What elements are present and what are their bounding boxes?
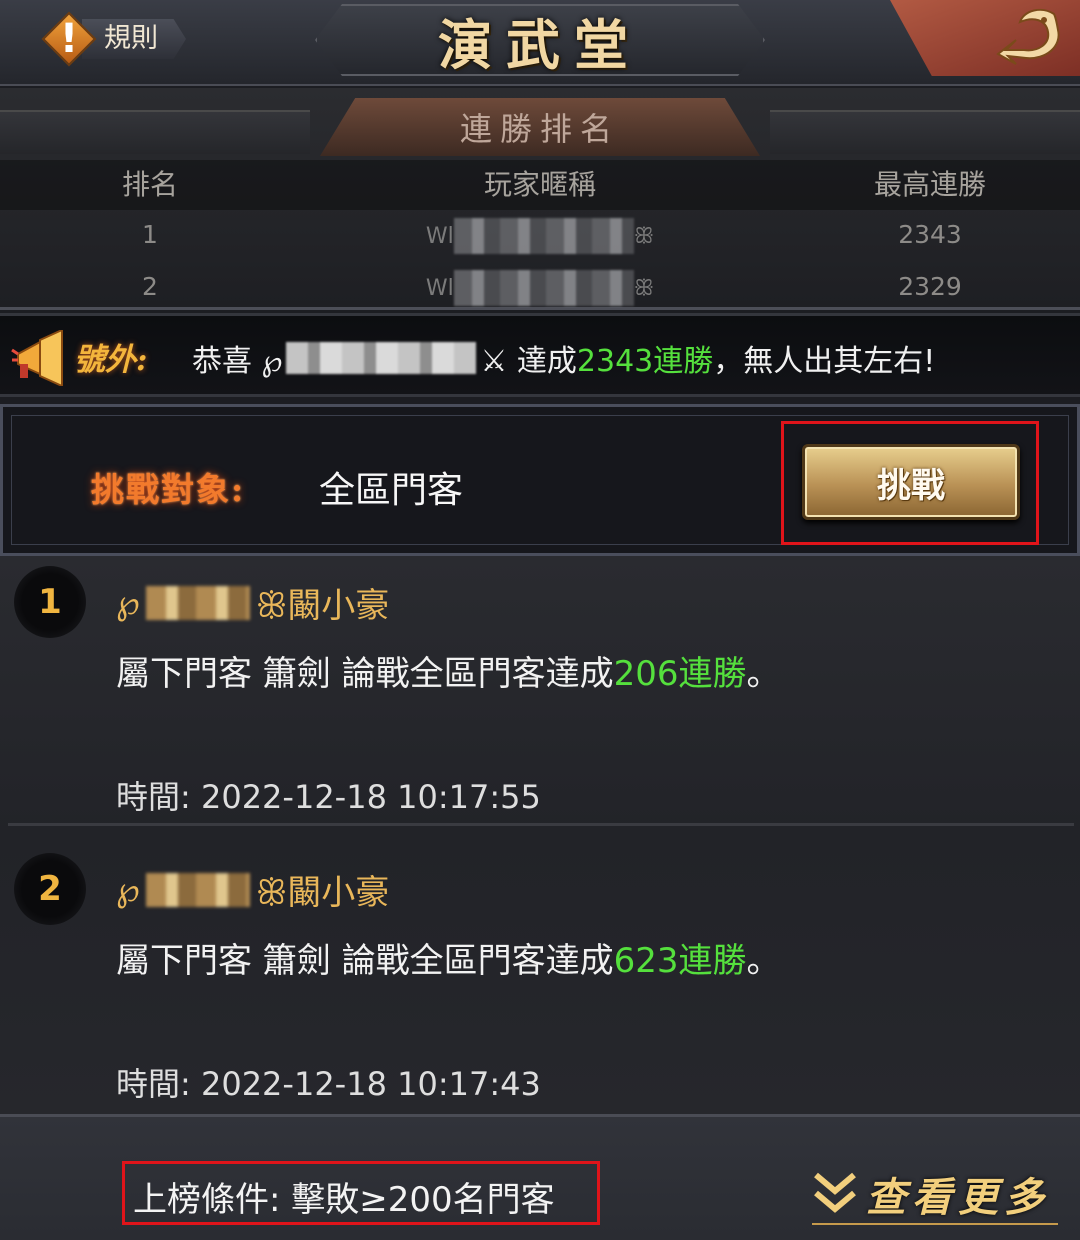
name-prefix: ℘ — [116, 582, 140, 623]
ranking-row: 2 Wl ꕥ 2329 — [0, 262, 1080, 312]
desc-text: 屬下門客 簫劍 論戰全區門客達成 — [116, 941, 614, 981]
announcement-label: 號外: — [74, 342, 148, 378]
challenge-panel: 挑戰對象: 全區門客 挑戰 — [0, 404, 1080, 556]
desc-end: 。 — [746, 941, 781, 981]
dragon-back-icon — [996, 8, 1060, 65]
announcement-text: 恭喜 ℘ ⚔ 達成 2343連勝 ，無人出其左右! — [192, 336, 935, 380]
announce-text-sword: ⚔ 達成 — [480, 344, 577, 379]
banner-right-wing — [770, 110, 1080, 154]
name-prefix: Wl — [425, 224, 454, 249]
ranking-condition: 上榜條件: 擊敗≥200名門客 — [133, 1180, 555, 1220]
name-prefix: Wl — [425, 276, 454, 301]
time-label: 時間: — [116, 778, 191, 816]
blurred-name — [453, 218, 634, 254]
row-player-name: Wl ꕥ — [380, 262, 700, 314]
record-description: 屬下門客 簫劍 論戰全區門客達成206連勝。 — [116, 646, 781, 695]
ranking-row: 1 Wl ꕥ 2343 — [0, 210, 1080, 260]
banner-left-wing — [0, 110, 310, 154]
rules-button[interactable]: 規則 ! — [40, 11, 190, 67]
back-button[interactable] — [890, 0, 1080, 76]
list-item: 2 ℘ ꕥ闞小豪 屬下門客 簫劍 論戰全區門客達成623連勝。 時間: 2022-… — [0, 843, 1080, 1129]
name-suffix: ꕥ闞小豪 — [255, 873, 390, 913]
announcement-bar: 號外: 恭喜 ℘ ⚔ 達成 2343連勝 ，無人出其左右! — [0, 313, 1080, 397]
row-rank: 1 — [142, 220, 158, 249]
time-label: 時間: — [116, 1065, 191, 1103]
name-suffix: ꕥ — [633, 276, 655, 301]
announce-highlight: 2343連勝 — [576, 344, 714, 379]
divider — [8, 823, 1074, 826]
row-rank: 2 — [142, 272, 158, 301]
view-more-button[interactable]: 查看更多 — [812, 1161, 1058, 1225]
blurred-name — [453, 270, 634, 306]
record-list: 1 ℘ ꕥ闞小豪 屬下門客 簫劍 論戰全區門客達成206連勝。 時間: 2022-… — [0, 556, 1080, 1114]
challenge-target-label: 挑戰對象: — [91, 470, 246, 509]
announce-text-before: 恭喜 ℘ — [192, 344, 283, 379]
exclamation-icon: ! — [59, 16, 79, 62]
time-value: 2022-12-18 10:17:55 — [200, 778, 541, 816]
desc-highlight: 206連勝 — [613, 654, 747, 694]
announce-text-after: ，無人出其左右! — [713, 344, 936, 379]
blurred-name — [145, 585, 250, 620]
challenge-button-highlight: 挑戰 — [781, 421, 1039, 545]
megaphone-icon — [11, 330, 63, 386]
record-time: 時間: 2022-12-18 10:17:43 — [116, 1059, 541, 1105]
row-best-streak: 2343 — [898, 220, 962, 249]
record-time: 時間: 2022-12-18 10:17:55 — [116, 772, 541, 818]
desc-text: 屬下門客 簫劍 論戰全區門客達成 — [116, 654, 614, 694]
ranking-banner-title: 連勝排名 — [459, 110, 620, 148]
record-player-name: ℘ ꕥ闞小豪 — [116, 578, 389, 627]
time-value: 2022-12-18 10:17:43 — [200, 1065, 541, 1103]
name-suffix: ꕥ闞小豪 — [255, 586, 390, 626]
title-plate: 演武堂 — [315, 4, 765, 76]
desc-highlight: 623連勝 — [613, 941, 747, 981]
record-player-name: ℘ ꕥ闞小豪 — [116, 865, 389, 914]
double-chevron-down-icon — [814, 1172, 856, 1213]
record-description: 屬下門客 簫劍 論戰全區門客達成623連勝。 — [116, 933, 781, 982]
row-player-name: Wl ꕥ — [380, 210, 700, 262]
ranking-table-header: 排名 玩家暱稱 最高連勝 — [0, 160, 1080, 210]
column-rank: 排名 — [121, 168, 178, 201]
challenge-button[interactable]: 挑戰 — [802, 444, 1020, 520]
blurred-name — [145, 872, 250, 907]
column-best-streak: 最高連勝 — [873, 168, 986, 201]
column-player-name: 玩家暱稱 — [483, 168, 596, 201]
footer-bar: 上榜條件: 擊敗≥200名門客 查看更多 — [0, 1114, 1080, 1240]
blurred-player-name — [286, 342, 477, 374]
desc-end: 。 — [746, 654, 781, 694]
page-title: 演武堂 — [438, 12, 642, 77]
record-number: 2 — [14, 853, 86, 925]
view-more-label: 查看更多 — [866, 1174, 1050, 1221]
header-bar: 規則 ! 演武堂 — [0, 0, 1080, 86]
ranking-condition-highlight: 上榜條件: 擊敗≥200名門客 — [122, 1161, 600, 1225]
list-item: 1 ℘ ꕥ闞小豪 屬下門客 簫劍 論戰全區門客達成206連勝。 時間: 2022-… — [0, 556, 1080, 842]
challenge-target-value: 全區門客 — [319, 470, 464, 511]
ranking-banner: 連勝排名 — [320, 98, 760, 156]
record-number: 1 — [14, 566, 86, 638]
name-suffix: ꕥ — [633, 224, 655, 249]
rules-label: 規則 — [82, 19, 186, 59]
ranking-panel: 連勝排名 排名 玩家暱稱 最高連勝 1 Wl ꕥ 2343 2 Wl ꕥ 2329 — [0, 88, 1080, 310]
name-prefix: ℘ — [116, 869, 140, 910]
row-best-streak: 2329 — [898, 272, 962, 301]
